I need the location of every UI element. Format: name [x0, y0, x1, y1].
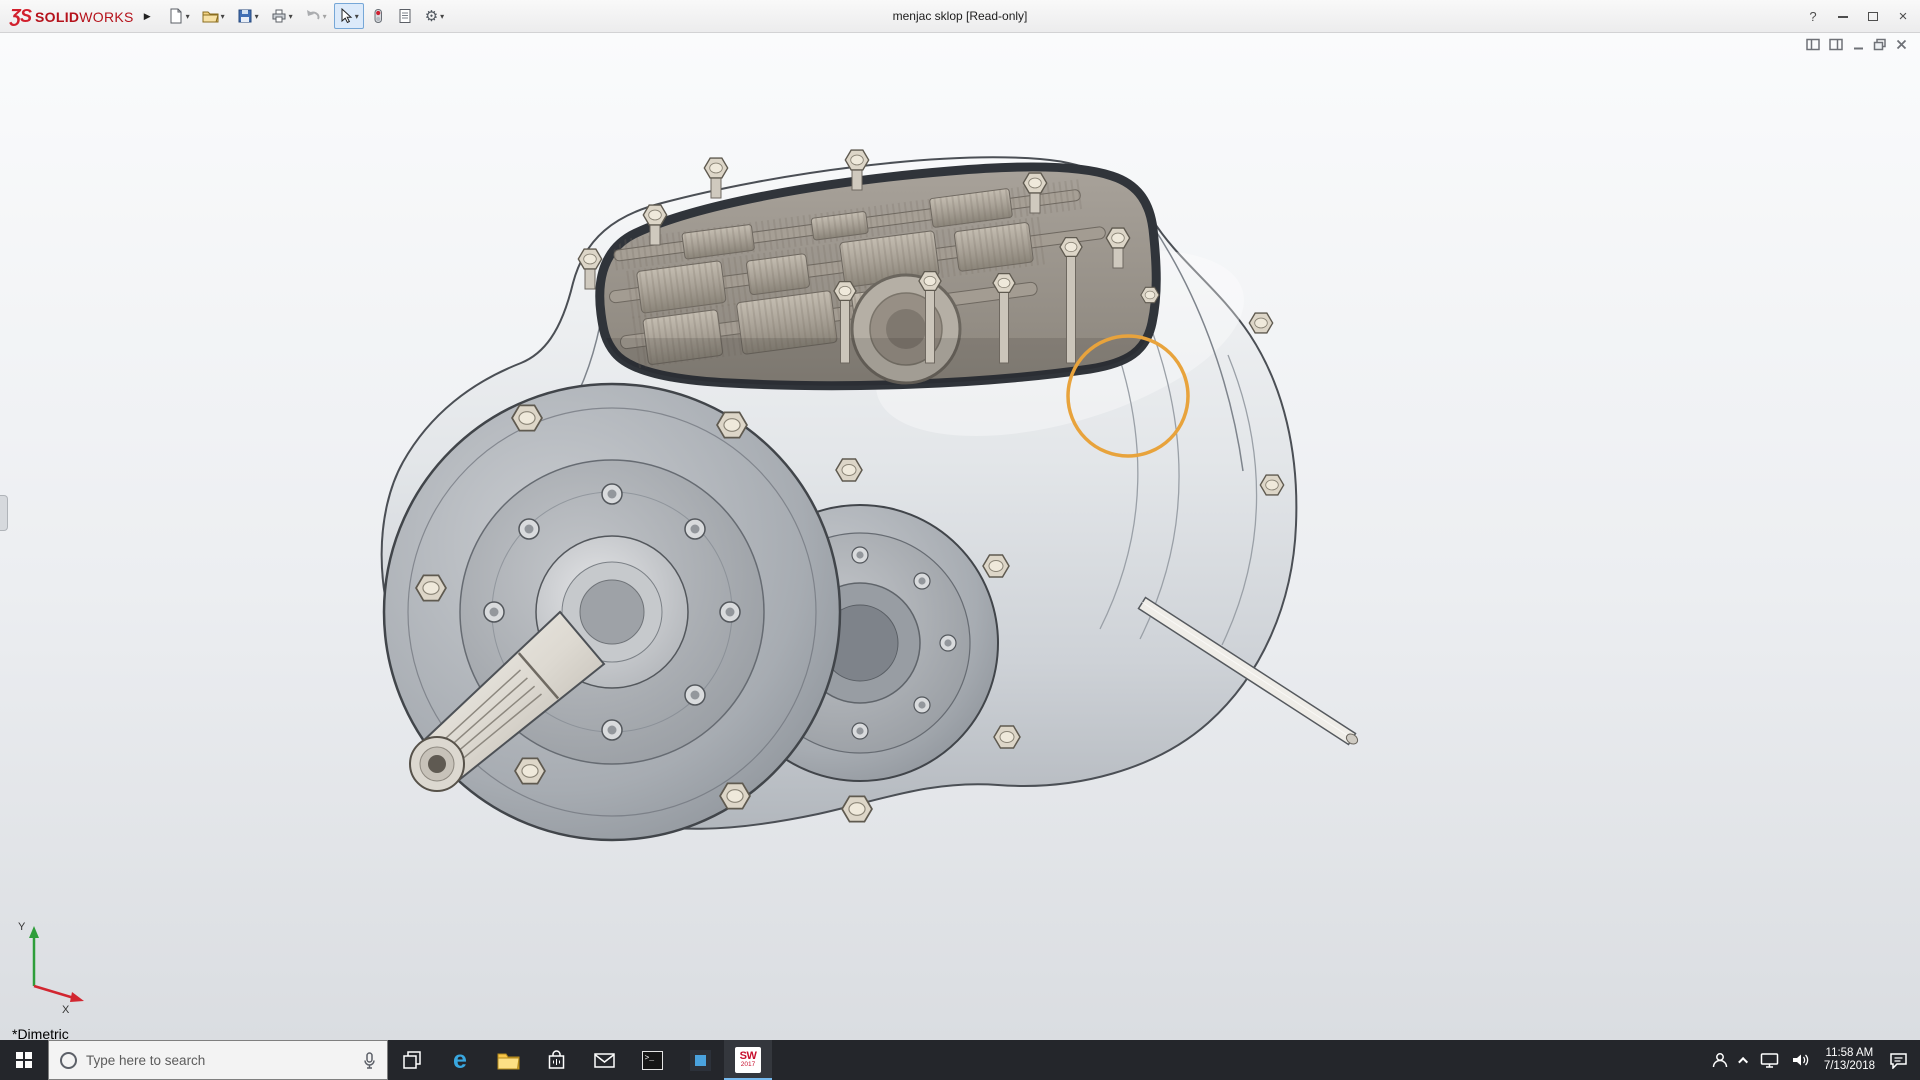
solidworks-logo: ƷS SOLID WORKS: [0, 6, 140, 27]
print-button[interactable]: ▾: [266, 3, 298, 29]
chevron-up-icon: [1738, 1056, 1748, 1066]
open-folder-icon: [202, 8, 219, 24]
solidworks-app-button[interactable]: SW 2017: [724, 1040, 772, 1080]
volume-icon: [1791, 1052, 1810, 1068]
windows-logo-icon: [16, 1052, 32, 1068]
close-icon: ×: [1899, 8, 1908, 25]
minimize-icon: [1838, 16, 1848, 18]
chevron-down-icon: ▾: [221, 12, 225, 21]
pinned-app-button[interactable]: [676, 1040, 724, 1080]
document-title: menjac sklop [Read-only]: [893, 0, 1028, 33]
chevron-down-icon: ▾: [355, 12, 359, 21]
select-tool-button[interactable]: ▾: [334, 3, 364, 29]
chevron-down-icon: ▾: [323, 12, 327, 21]
task-view-icon: [402, 1050, 422, 1070]
search-input[interactable]: [86, 1053, 354, 1068]
maximize-button[interactable]: [1858, 0, 1888, 33]
x-axis-label: X: [62, 1004, 70, 1014]
file-properties-icon: [397, 8, 413, 24]
minimize-button[interactable]: [1828, 0, 1858, 33]
solidworks-app-icon: SW 2017: [735, 1047, 761, 1073]
taskbar-clock[interactable]: 11:58 AM 7/13/2018: [1816, 1047, 1883, 1073]
minimize-doc-icon[interactable]: [1852, 38, 1865, 51]
command-prompt-button[interactable]: >_: [628, 1040, 676, 1080]
gear-icon: ⚙: [425, 9, 438, 24]
document-window-controls: [1806, 38, 1908, 51]
chevron-down-icon: ▾: [255, 12, 259, 21]
pane-right-icon[interactable]: [1829, 38, 1844, 51]
view-orientation-label: *Dimetric: [12, 1026, 69, 1040]
chevron-down-icon: ▾: [440, 12, 444, 21]
options-button[interactable]: ⚙ ▾: [420, 3, 449, 29]
undo-icon: [305, 8, 321, 24]
edge-button[interactable]: e: [436, 1040, 484, 1080]
microphone-icon[interactable]: [363, 1052, 376, 1069]
mail-envelope-icon: [594, 1053, 615, 1068]
cortana-icon: [60, 1052, 77, 1069]
rebuild-button[interactable]: [366, 3, 390, 29]
mail-button[interactable]: [580, 1040, 628, 1080]
store-button[interactable]: [532, 1040, 580, 1080]
pinned-app-icon: [690, 1050, 711, 1071]
orientation-triad: Y X: [16, 914, 100, 1014]
volume-button[interactable]: [1785, 1040, 1816, 1080]
menu-flyout-icon[interactable]: ▶: [144, 11, 151, 22]
people-icon: [1711, 1051, 1729, 1069]
action-center-icon: [1889, 1052, 1908, 1069]
tray-overflow-button[interactable]: [1735, 1040, 1754, 1080]
restore-doc-icon[interactable]: [1873, 38, 1887, 51]
save-icon: [237, 8, 253, 24]
rebuild-stoplight-icon: [371, 8, 385, 24]
command-prompt-icon: >_: [642, 1051, 663, 1070]
start-button[interactable]: [0, 1040, 48, 1080]
taskbar-search[interactable]: [48, 1040, 388, 1080]
close-doc-icon[interactable]: [1895, 38, 1908, 51]
new-document-icon: [168, 8, 184, 24]
edge-icon: e: [453, 1048, 467, 1073]
window-controls: ? ×: [1798, 0, 1918, 33]
people-button[interactable]: [1705, 1040, 1735, 1080]
new-document-button[interactable]: ▾: [163, 3, 195, 29]
store-bag-icon: [547, 1050, 566, 1070]
close-button[interactable]: ×: [1888, 0, 1918, 33]
file-explorer-button[interactable]: [484, 1040, 532, 1080]
ds-logo-icon: ƷS: [10, 6, 31, 27]
file-properties-button[interactable]: [392, 3, 418, 29]
standard-toolbar: ▾ ▾ ▾ ▾ ▾ ▾ ⚙ ▾: [163, 3, 450, 29]
save-button[interactable]: ▾: [232, 3, 264, 29]
clock-date: 7/13/2018: [1824, 1060, 1875, 1073]
chevron-down-icon: ▾: [289, 12, 293, 21]
print-icon: [271, 8, 287, 24]
action-center-button[interactable]: [1883, 1040, 1914, 1080]
undo-button[interactable]: ▾: [300, 3, 332, 29]
pane-left-icon[interactable]: [1806, 38, 1821, 51]
chevron-down-icon: ▾: [186, 12, 190, 21]
sw-badge-year: 2017: [741, 1062, 755, 1069]
network-button[interactable]: [1754, 1040, 1785, 1080]
open-button[interactable]: ▾: [197, 3, 230, 29]
titlebar: ƷS SOLID WORKS ▶ ▾ ▾ ▾ ▾ ▾ ▾: [0, 0, 1920, 33]
maximize-icon: [1868, 12, 1878, 21]
graphics-viewport[interactable]: Y X *Dimetric: [0, 33, 1920, 1040]
network-icon: [1760, 1052, 1779, 1068]
clock-time: 11:58 AM: [1824, 1047, 1875, 1060]
brand-name-bold: SOLID: [35, 9, 79, 25]
file-explorer-icon: [497, 1051, 520, 1070]
gearbox-model[interactable]: [0, 33, 1920, 1040]
brand-name-light: WORKS: [79, 9, 133, 25]
y-axis-label: Y: [18, 921, 26, 933]
y-axis-arrow: [29, 926, 39, 938]
feature-manager-collapse-tab[interactable]: [0, 495, 8, 531]
system-tray: 11:58 AM 7/13/2018: [1705, 1040, 1920, 1080]
x-axis-arrow: [70, 992, 84, 1002]
task-view-button[interactable]: [388, 1040, 436, 1080]
help-button[interactable]: ?: [1798, 0, 1828, 33]
select-cursor-icon: [339, 8, 353, 24]
windows-taskbar: e >_ SW 2017 11:58 AM 7/13/2018: [0, 1040, 1920, 1080]
